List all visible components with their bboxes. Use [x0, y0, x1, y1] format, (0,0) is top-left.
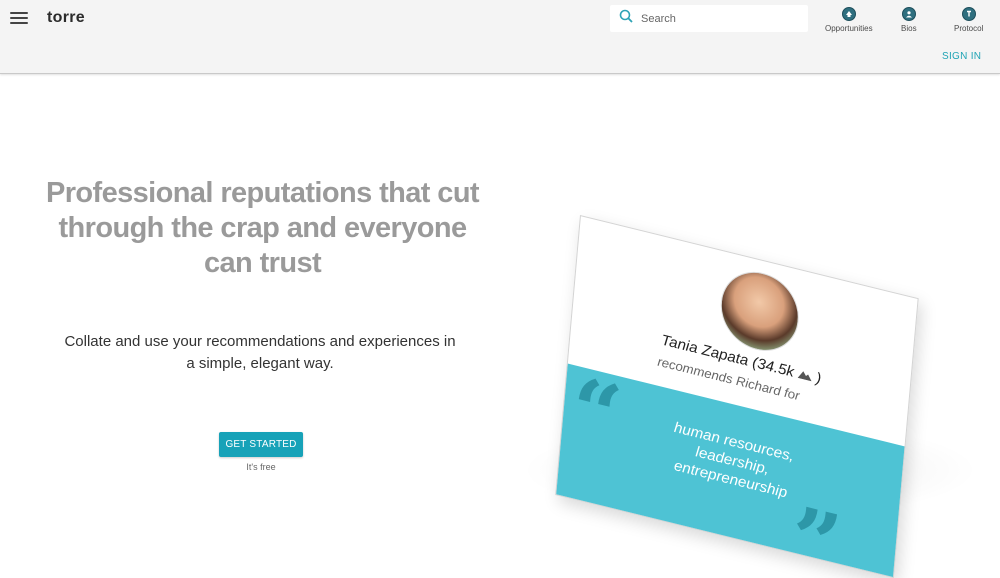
hero-subtitle: Collate and use your recommendations and… [64, 333, 456, 372]
search-box[interactable] [610, 5, 808, 32]
skills-band: “ human resources, leadership, entrepren… [555, 357, 919, 578]
quote-open-icon: “ [567, 357, 626, 470]
nav-bios-label: Bios [901, 24, 917, 33]
bios-icon [901, 7, 916, 21]
nav-protocol[interactable]: Protocol [954, 7, 983, 33]
recommendation-card: Tania Zapata (34.5k ) recommends Richard… [555, 215, 919, 578]
nav-opportunities[interactable]: Opportunities [825, 7, 873, 33]
brand-logo[interactable]: torre [47, 9, 85, 27]
hamburger-menu-icon[interactable] [10, 12, 28, 26]
get-started-button[interactable]: GET STARTED [219, 432, 303, 457]
mountain-icon [797, 365, 817, 386]
quote-close-icon: ” [787, 486, 846, 578]
nav-opportunities-label: Opportunities [825, 24, 873, 33]
nav-bios[interactable]: Bios [901, 7, 917, 33]
top-bar: torre Opportunities Bios Protocol SIGN I… [0, 0, 1000, 74]
search-input[interactable] [641, 12, 791, 25]
sign-in-link[interactable]: SIGN IN [942, 51, 981, 62]
avatar [717, 263, 803, 360]
nav-protocol-label: Protocol [954, 24, 984, 33]
hero-title: Professional reputations that cut throug… [46, 177, 480, 279]
recommender-name-close: ) [815, 369, 822, 388]
search-icon [619, 9, 633, 28]
opportunities-icon [841, 7, 856, 21]
free-note: It's free [246, 462, 276, 472]
protocol-icon [961, 7, 976, 21]
